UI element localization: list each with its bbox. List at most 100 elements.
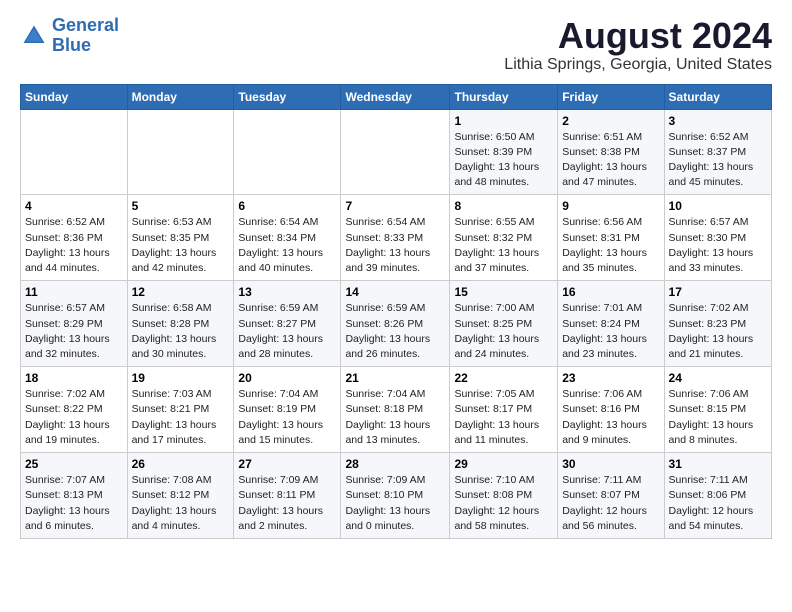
calendar-cell: 17 Sunrise: 7:02 AM Sunset: 8:23 PM Dayli… [664, 281, 771, 367]
calendar-cell: 22Sunrise: 7:05 AM Sunset: 8:17 PM Dayli… [450, 367, 558, 453]
calendar-cell: 29 Sunrise: 7:10 AM Sunset: 8:08 PM Dayli… [450, 453, 558, 539]
calendar-cell: 2Sunrise: 6:51 AM Sunset: 8:38 PM Daylig… [558, 109, 664, 195]
calendar-cell: 6 Sunrise: 6:54 AM Sunset: 8:34 PM Daylig… [234, 195, 341, 281]
logo: General Blue [20, 16, 119, 56]
calendar-cell: 16 Sunrise: 7:01 AM Sunset: 8:24 PM Dayli… [558, 281, 664, 367]
calendar-cell: 31Sunrise: 7:11 AM Sunset: 8:06 PM Dayli… [664, 453, 771, 539]
day-number: 27 [238, 457, 336, 471]
page-header: General Blue August 2024 Lithia Springs,… [20, 16, 772, 74]
day-number: 21 [345, 371, 445, 385]
day-number: 12 [132, 285, 230, 299]
day-number: 25 [25, 457, 123, 471]
day-info: Sunrise: 6:58 AM Sunset: 8:28 PM Dayligh… [132, 301, 230, 362]
day-info: Sunrise: 7:04 AM Sunset: 8:18 PM Dayligh… [345, 387, 445, 448]
day-info: Sunrise: 7:08 AM Sunset: 8:12 PM Dayligh… [132, 473, 230, 534]
day-info: Sunrise: 6:57 AM Sunset: 8:30 PM Dayligh… [669, 215, 767, 276]
calendar-table: SundayMondayTuesdayWednesdayThursdayFrid… [20, 84, 772, 539]
day-info: Sunrise: 6:51 AM Sunset: 8:38 PM Dayligh… [562, 130, 659, 191]
day-info: Sunrise: 7:06 AM Sunset: 8:16 PM Dayligh… [562, 387, 659, 448]
day-info: Sunrise: 7:05 AM Sunset: 8:17 PM Dayligh… [454, 387, 553, 448]
calendar-cell: 4 Sunrise: 6:52 AM Sunset: 8:36 PM Daylig… [21, 195, 128, 281]
day-number: 23 [562, 371, 659, 385]
day-number: 16 [562, 285, 659, 299]
day-number: 3 [669, 114, 767, 128]
col-header-monday: Monday [127, 84, 234, 109]
day-info: Sunrise: 7:06 AM Sunset: 8:15 PM Dayligh… [669, 387, 767, 448]
calendar-cell: 24 Sunrise: 7:06 AM Sunset: 8:15 PM Dayli… [664, 367, 771, 453]
calendar-cell [127, 109, 234, 195]
day-number: 24 [669, 371, 767, 385]
calendar-cell: 3 Sunrise: 6:52 AM Sunset: 8:37 PM Daylig… [664, 109, 771, 195]
day-info: Sunrise: 6:52 AM Sunset: 8:36 PM Dayligh… [25, 215, 123, 276]
day-number: 8 [454, 199, 553, 213]
calendar-cell: 19Sunrise: 7:03 AM Sunset: 8:21 PM Dayli… [127, 367, 234, 453]
day-info: Sunrise: 7:02 AM Sunset: 8:23 PM Dayligh… [669, 301, 767, 362]
calendar-cell: 21 Sunrise: 7:04 AM Sunset: 8:18 PM Dayli… [341, 367, 450, 453]
calendar-week-3: 11Sunrise: 6:57 AM Sunset: 8:29 PM Dayli… [21, 281, 772, 367]
col-header-tuesday: Tuesday [234, 84, 341, 109]
day-number: 1 [454, 114, 553, 128]
day-info: Sunrise: 7:10 AM Sunset: 8:08 PM Dayligh… [454, 473, 553, 534]
day-info: Sunrise: 6:59 AM Sunset: 8:27 PM Dayligh… [238, 301, 336, 362]
calendar-cell: 10 Sunrise: 6:57 AM Sunset: 8:30 PM Dayli… [664, 195, 771, 281]
day-number: 18 [25, 371, 123, 385]
calendar-cell: 7Sunrise: 6:54 AM Sunset: 8:33 PM Daylig… [341, 195, 450, 281]
calendar-week-1: 1Sunrise: 6:50 AM Sunset: 8:39 PM Daylig… [21, 109, 772, 195]
calendar-cell: 27 Sunrise: 7:09 AM Sunset: 8:11 PM Dayli… [234, 453, 341, 539]
day-info: Sunrise: 7:02 AM Sunset: 8:22 PM Dayligh… [25, 387, 123, 448]
day-number: 13 [238, 285, 336, 299]
day-info: Sunrise: 7:07 AM Sunset: 8:13 PM Dayligh… [25, 473, 123, 534]
calendar-header: SundayMondayTuesdayWednesdayThursdayFrid… [21, 84, 772, 109]
logo-icon [20, 22, 48, 50]
day-info: Sunrise: 6:56 AM Sunset: 8:31 PM Dayligh… [562, 215, 659, 276]
day-number: 30 [562, 457, 659, 471]
day-number: 17 [669, 285, 767, 299]
day-info: Sunrise: 6:54 AM Sunset: 8:34 PM Dayligh… [238, 215, 336, 276]
calendar-cell [234, 109, 341, 195]
day-info: Sunrise: 7:00 AM Sunset: 8:25 PM Dayligh… [454, 301, 553, 362]
day-info: Sunrise: 6:52 AM Sunset: 8:37 PM Dayligh… [669, 130, 767, 191]
day-number: 20 [238, 371, 336, 385]
col-header-wednesday: Wednesday [341, 84, 450, 109]
day-number: 14 [345, 285, 445, 299]
col-header-thursday: Thursday [450, 84, 558, 109]
calendar-cell: 13 Sunrise: 6:59 AM Sunset: 8:27 PM Dayli… [234, 281, 341, 367]
calendar-cell: 14Sunrise: 6:59 AM Sunset: 8:26 PM Dayli… [341, 281, 450, 367]
calendar-cell [341, 109, 450, 195]
day-info: Sunrise: 7:01 AM Sunset: 8:24 PM Dayligh… [562, 301, 659, 362]
day-number: 15 [454, 285, 553, 299]
day-info: Sunrise: 6:57 AM Sunset: 8:29 PM Dayligh… [25, 301, 123, 362]
day-number: 4 [25, 199, 123, 213]
day-number: 10 [669, 199, 767, 213]
col-header-friday: Friday [558, 84, 664, 109]
day-info: Sunrise: 7:04 AM Sunset: 8:19 PM Dayligh… [238, 387, 336, 448]
col-header-saturday: Saturday [664, 84, 771, 109]
day-number: 26 [132, 457, 230, 471]
calendar-cell: 1Sunrise: 6:50 AM Sunset: 8:39 PM Daylig… [450, 109, 558, 195]
day-number: 5 [132, 199, 230, 213]
day-info: Sunrise: 7:09 AM Sunset: 8:11 PM Dayligh… [238, 473, 336, 534]
calendar-cell: 8 Sunrise: 6:55 AM Sunset: 8:32 PM Daylig… [450, 195, 558, 281]
day-info: Sunrise: 6:53 AM Sunset: 8:35 PM Dayligh… [132, 215, 230, 276]
day-info: Sunrise: 6:54 AM Sunset: 8:33 PM Dayligh… [345, 215, 445, 276]
calendar-week-5: 25 Sunrise: 7:07 AM Sunset: 8:13 PM Dayli… [21, 453, 772, 539]
calendar-cell: 12 Sunrise: 6:58 AM Sunset: 8:28 PM Dayli… [127, 281, 234, 367]
calendar-week-4: 18 Sunrise: 7:02 AM Sunset: 8:22 PM Dayli… [21, 367, 772, 453]
day-info: Sunrise: 7:09 AM Sunset: 8:10 PM Dayligh… [345, 473, 445, 534]
day-number: 9 [562, 199, 659, 213]
day-info: Sunrise: 6:55 AM Sunset: 8:32 PM Dayligh… [454, 215, 553, 276]
calendar-cell: 20 Sunrise: 7:04 AM Sunset: 8:19 PM Dayli… [234, 367, 341, 453]
logo-text: General Blue [52, 16, 119, 56]
day-info: Sunrise: 7:11 AM Sunset: 8:06 PM Dayligh… [669, 473, 767, 534]
day-number: 6 [238, 199, 336, 213]
title-block: August 2024 Lithia Springs, Georgia, Uni… [504, 16, 772, 74]
day-info: Sunrise: 7:11 AM Sunset: 8:07 PM Dayligh… [562, 473, 659, 534]
subtitle: Lithia Springs, Georgia, United States [504, 56, 772, 74]
calendar-cell: 9 Sunrise: 6:56 AM Sunset: 8:31 PM Daylig… [558, 195, 664, 281]
day-number: 29 [454, 457, 553, 471]
calendar-cell: 28 Sunrise: 7:09 AM Sunset: 8:10 PM Dayli… [341, 453, 450, 539]
calendar-cell: 23 Sunrise: 7:06 AM Sunset: 8:16 PM Dayli… [558, 367, 664, 453]
calendar-cell: 18 Sunrise: 7:02 AM Sunset: 8:22 PM Dayli… [21, 367, 128, 453]
main-title: August 2024 [504, 16, 772, 56]
day-number: 28 [345, 457, 445, 471]
